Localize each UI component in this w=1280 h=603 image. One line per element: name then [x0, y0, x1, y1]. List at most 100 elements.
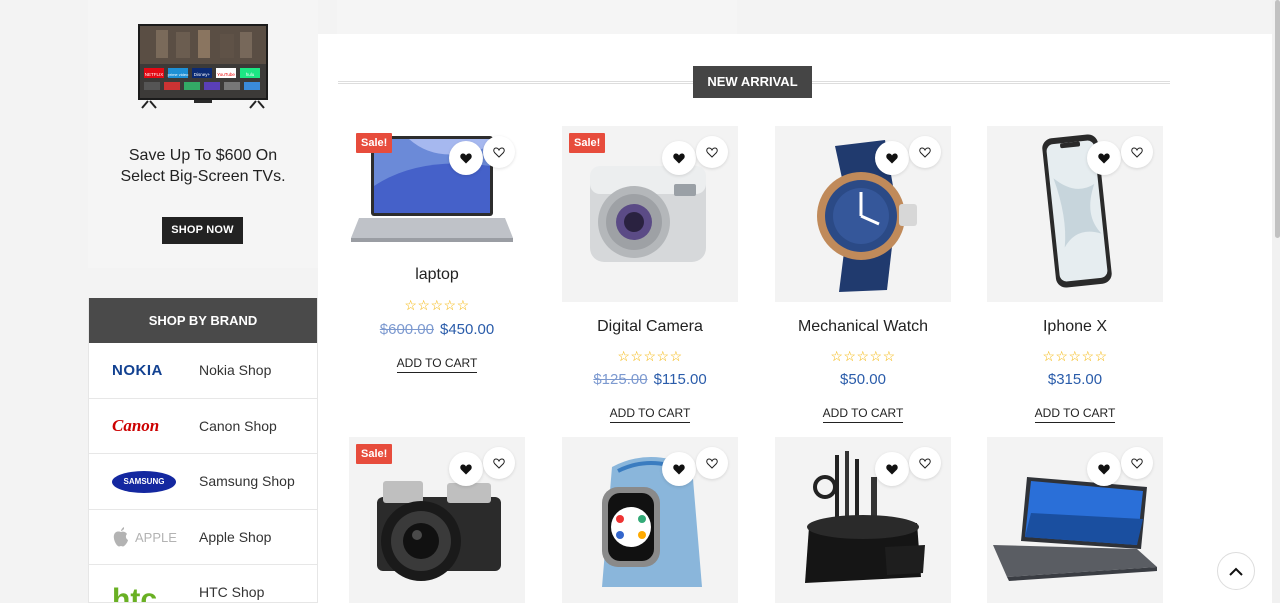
rating-stars: ☆☆☆☆☆: [830, 348, 896, 364]
product-image[interactable]: Sale!: [349, 437, 525, 603]
sale-badge: Sale!: [569, 133, 606, 153]
product-name[interactable]: Digital Camera: [562, 318, 738, 336]
brand-label: HTC Shop: [199, 584, 265, 600]
brand-item-apple[interactable]: APPLE Apple Shop: [89, 510, 317, 565]
add-to-cart[interactable]: ADD TO CART: [562, 404, 738, 423]
brand-label: Apple Shop: [199, 528, 272, 545]
heart-filled-icon: [673, 464, 685, 474]
heart-filled-icon: [1098, 464, 1110, 474]
heart-filled-icon: [886, 153, 898, 163]
tv-image: NETFLIX prime video Disney+ YouTube hulu: [138, 24, 268, 109]
shop-now-button[interactable]: SHOP NOW: [162, 217, 243, 244]
page-scrollbar-thumb[interactable]: [1275, 0, 1280, 238]
price: $315.00: [1047, 371, 1103, 388]
canon-logo: Canon: [112, 416, 160, 435]
heart-outline-icon: [1131, 146, 1143, 158]
apple-logo: APPLE: [112, 510, 182, 565]
tv-app-label: YouTube: [217, 72, 235, 77]
old-price: $125.00: [593, 371, 648, 388]
heart-filled-icon: [1098, 153, 1110, 163]
sale-price: $115.00: [653, 371, 707, 388]
heart-outline-icon: [919, 457, 931, 469]
product-name[interactable]: Mechanical Watch: [775, 318, 951, 336]
heart-outline-icon: [493, 146, 505, 158]
quick-view-button[interactable]: [449, 141, 483, 175]
chevron-up-icon: [1229, 567, 1243, 576]
wishlist-button[interactable]: [696, 447, 728, 479]
product-price: $125.00 $115.00: [562, 371, 738, 388]
rating-stars: ☆☆☆☆☆: [1042, 348, 1108, 364]
rating-stars: ☆☆☆☆☆: [404, 297, 470, 313]
add-to-cart-button[interactable]: ADD TO CART: [609, 406, 691, 423]
product-image[interactable]: [775, 437, 951, 603]
back-to-top-button[interactable]: [1217, 552, 1255, 590]
sale-price: $450.00: [440, 321, 495, 338]
product-price: $315.00: [987, 371, 1163, 388]
nokia-logo: NOKIA: [112, 362, 163, 379]
promo-line-1: Save Up To $600 On: [128, 147, 278, 164]
wishlist-button[interactable]: [1121, 136, 1153, 168]
add-to-cart[interactable]: ADD TO CART: [775, 404, 951, 423]
heart-filled-icon: [886, 464, 898, 474]
add-to-cart-button[interactable]: ADD TO CART: [1034, 406, 1116, 423]
quick-view-button[interactable]: [449, 452, 483, 486]
wishlist-button[interactable]: [909, 447, 941, 479]
heart-outline-icon: [919, 146, 931, 158]
brand-item-nokia[interactable]: NOKIA Nokia Shop: [89, 343, 317, 399]
brand-label: Canon Shop: [199, 417, 277, 434]
add-to-cart-button[interactable]: ADD TO CART: [822, 406, 904, 423]
product-name[interactable]: Iphone X: [987, 318, 1163, 336]
wishlist-button[interactable]: [696, 136, 728, 168]
add-to-cart-button[interactable]: ADD TO CART: [396, 356, 478, 373]
product-price: $50.00: [775, 371, 951, 388]
section-title: NEW ARRIVAL: [693, 66, 812, 98]
tv-app-label: NETFLIX: [145, 72, 164, 77]
tv-app-label: hulu: [246, 72, 255, 77]
add-to-cart[interactable]: ADD TO CART: [987, 404, 1163, 423]
heart-outline-icon: [493, 457, 505, 469]
quick-view-button[interactable]: [875, 452, 909, 486]
product-image[interactable]: Sale!: [562, 126, 738, 302]
tv-app-label: prime video: [168, 72, 189, 77]
product-image[interactable]: [987, 126, 1163, 302]
heart-outline-icon: [1131, 457, 1143, 469]
brand-item-htc[interactable]: htc HTC Shop: [89, 565, 317, 603]
price: $50.00: [840, 371, 886, 388]
quick-view-button[interactable]: [1087, 452, 1121, 486]
apple-icon: [113, 527, 128, 547]
heart-filled-icon: [460, 464, 472, 474]
shop-by-brand-title: SHOP BY BRAND: [89, 298, 317, 343]
quick-view-button[interactable]: [1087, 141, 1121, 175]
tv-promo-banner: NETFLIX prime video Disney+ YouTube hulu…: [88, 0, 318, 268]
heart-outline-icon: [706, 457, 718, 469]
brand-label: Samsung Shop: [199, 473, 295, 489]
quick-view-button[interactable]: [875, 141, 909, 175]
wishlist-button[interactable]: [483, 447, 515, 479]
wishlist-button[interactable]: [909, 136, 941, 168]
heart-filled-icon: [673, 153, 685, 163]
samsung-logo: SAMSUNG: [112, 454, 182, 509]
quick-view-button[interactable]: [662, 452, 696, 486]
product-image[interactable]: [562, 437, 738, 603]
sale-badge: Sale!: [356, 133, 393, 153]
tv-app-label: Disney+: [194, 72, 211, 77]
brand-item-canon[interactable]: Canon Canon Shop: [89, 399, 317, 454]
promo-line-2: Select Big-Screen TVs.: [120, 168, 286, 185]
brand-label: Nokia Shop: [199, 362, 272, 378]
heart-outline-icon: [706, 146, 718, 158]
htc-logo: htc: [112, 582, 157, 603]
quick-view-button[interactable]: [662, 141, 696, 175]
product-price: $600.00 $450.00: [349, 321, 525, 338]
brand-item-samsung[interactable]: SAMSUNG Samsung Shop: [89, 454, 317, 510]
product-name[interactable]: laptop: [349, 266, 525, 284]
rating-stars: ☆☆☆☆☆: [617, 348, 683, 364]
wishlist-button[interactable]: [483, 136, 515, 168]
add-to-cart[interactable]: ADD TO CART: [349, 354, 525, 373]
sale-badge: Sale!: [356, 444, 393, 464]
shop-by-brand: SHOP BY BRAND NOKIA Nokia Shop Canon Can…: [88, 298, 318, 603]
promo-text: Save Up To $600 On Select Big-Screen TVs…: [88, 145, 318, 187]
heart-filled-icon: [460, 153, 472, 163]
wishlist-button[interactable]: [1121, 447, 1153, 479]
product-image[interactable]: [775, 126, 951, 302]
product-image[interactable]: [987, 437, 1163, 603]
